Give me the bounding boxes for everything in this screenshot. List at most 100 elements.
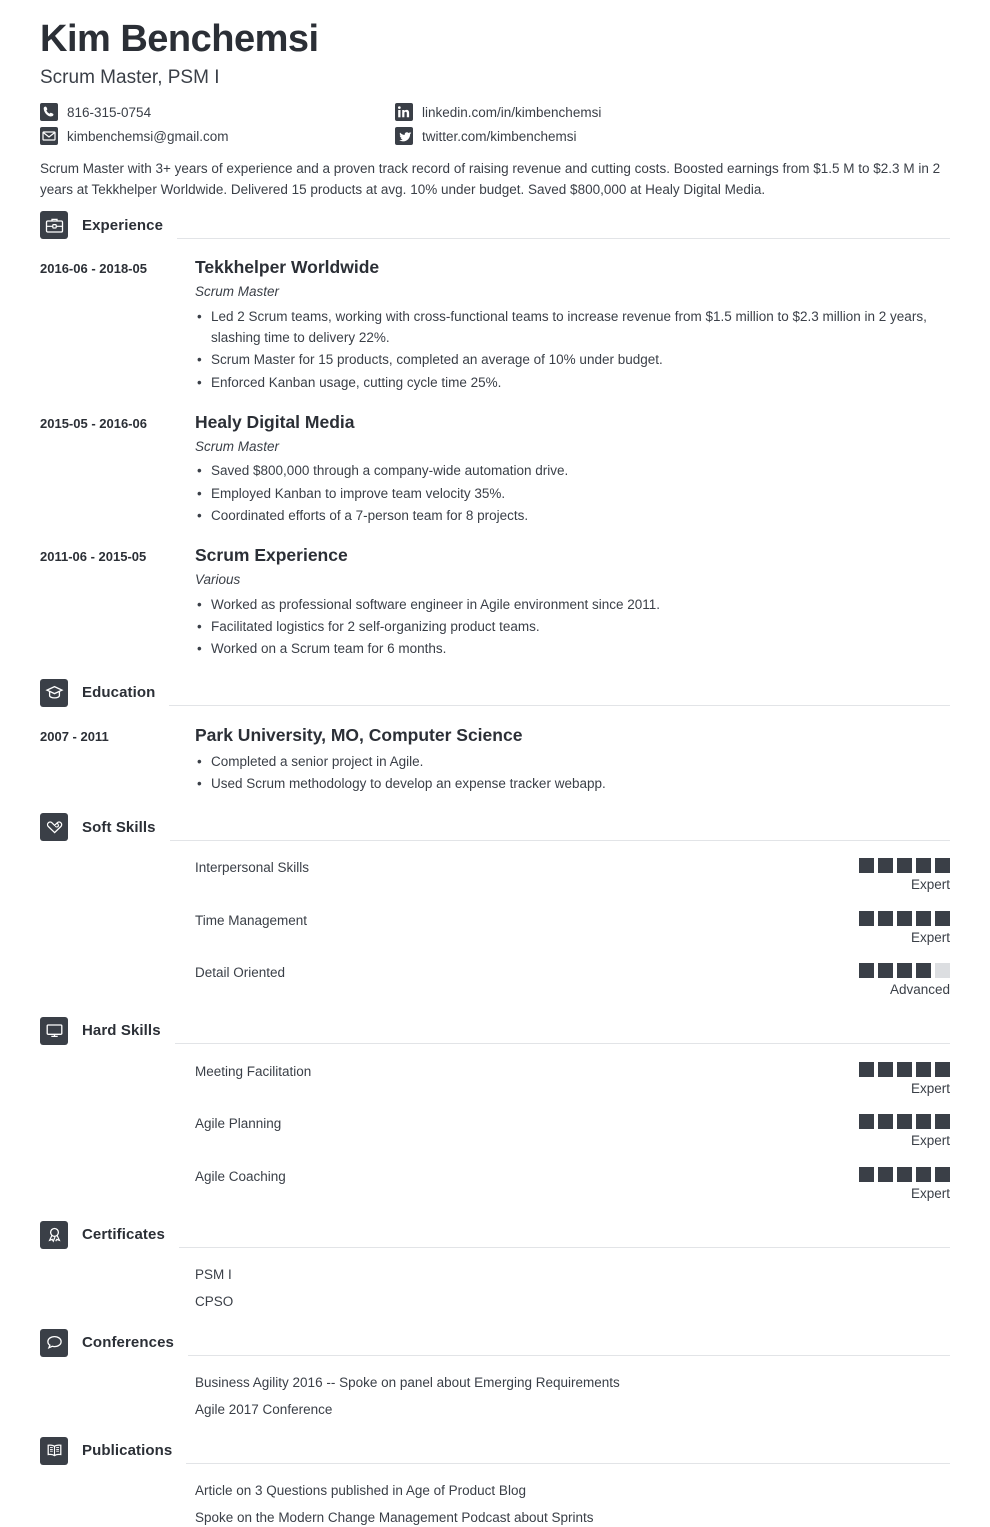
rating-square-filled <box>859 1167 874 1182</box>
entry-organization: Park University, MO, Computer Science <box>195 724 523 745</box>
rating-squares <box>750 858 950 874</box>
skill-rating: Expert <box>750 1061 950 1098</box>
skill-rating: Expert <box>750 858 950 894</box>
skill-label: Time Management <box>195 912 308 928</box>
rating-square-filled <box>935 1114 950 1130</box>
bullet-item: Employed Kanban to improve team velocity… <box>195 483 950 505</box>
entry-body: Park University, MO, Computer Science Co… <box>195 725 950 796</box>
experience-entry: 2015-05 - 2016-06 Healy Digital Media Sc… <box>40 412 950 527</box>
entry-organization: Healy Digital Media <box>195 411 355 432</box>
rating-square-filled <box>878 1167 893 1182</box>
skill-level: Expert <box>910 1133 950 1149</box>
contact-linkedin[interactable]: linkedin.com/in/kimbenchemsi <box>395 103 950 122</box>
bullet-item: Worked as professional software engineer… <box>195 594 950 616</box>
skill-level: Expert <box>910 929 950 945</box>
skill-label: Agile Coaching <box>195 1169 286 1184</box>
section-header-experience: Experience <box>40 211 950 240</box>
entry-date: 2007 - 2011 <box>40 728 109 744</box>
section-experience: Experience 2016-06 - 2018-05 Tekkhelper … <box>40 211 950 661</box>
list-item: PSM I <box>195 1266 232 1282</box>
job-title: Scrum Master, PSM I <box>40 66 220 88</box>
divider <box>174 1043 950 1045</box>
rating-square-filled <box>859 910 874 926</box>
entry-role: Scrum Master <box>195 438 280 454</box>
bullet-item: Scrum Master for 15 products, completed … <box>195 349 950 371</box>
skill-level: Expert <box>910 1080 950 1096</box>
rating-square-filled <box>897 858 912 874</box>
skill-row: Meeting Facilitation Expert <box>40 1061 950 1098</box>
section-title: Publications <box>82 1442 173 1460</box>
envelope-icon <box>40 127 58 146</box>
divider <box>187 1355 950 1357</box>
section-header-hard-skills: Hard Skills <box>40 1016 950 1045</box>
divider <box>169 705 950 707</box>
monitor-icon <box>40 1016 68 1045</box>
skill-rating: Expert <box>750 1114 950 1150</box>
graduation-cap-icon <box>40 678 68 707</box>
list-item: Business Agility 2016 -- Spoke on panel … <box>195 1374 620 1390</box>
skill-rating: Expert <box>750 910 950 947</box>
entry-role: Various <box>195 572 241 588</box>
bullet-item: Saved $800,000 through a company-wide au… <box>195 460 950 482</box>
speech-bubble-icon <box>40 1328 68 1357</box>
rating-square-filled <box>916 910 931 926</box>
contact-phone[interactable]: 816-315-0754 <box>40 103 395 122</box>
skill-rating: Advanced <box>750 963 950 999</box>
rating-square-filled <box>916 1167 931 1182</box>
rating-square-filled <box>878 1061 893 1077</box>
divider <box>177 237 950 239</box>
section-title: Hard Skills <box>82 1022 161 1040</box>
contact-twitter[interactable]: twitter.com/kimbenchemsi <box>395 127 950 146</box>
handshake-heart-icon <box>40 813 68 842</box>
award-ribbon-icon <box>40 1220 68 1249</box>
skill-level: Expert <box>910 877 950 893</box>
skill-row: Time Management Expert <box>40 910 950 947</box>
skill-level: Advanced <box>889 982 950 998</box>
open-book-icon <box>40 1436 68 1465</box>
section-education: Education 2007 - 2011 Park University, M… <box>40 678 950 796</box>
entry-role: Scrum Master <box>195 284 280 300</box>
rating-squares <box>750 1114 950 1130</box>
section-header-soft-skills: Soft Skills <box>40 813 950 842</box>
bullet-item: Used Scrum methodology to develop an exp… <box>195 773 950 795</box>
skill-row: Detail Oriented Advanced <box>40 963 950 999</box>
rating-square-filled <box>859 963 874 979</box>
skill-label: Meeting Facilitation <box>195 1063 312 1079</box>
section-publications: Publications Article on 3 Questions publ… <box>40 1436 950 1527</box>
rating-square-filled <box>916 963 931 979</box>
contact-email[interactable]: kimbenchemsi@gmail.com <box>40 127 395 146</box>
rating-square-filled <box>897 1061 912 1077</box>
education-entry: 2007 - 2011 Park University, MO, Compute… <box>40 725 950 796</box>
rating-square-filled <box>859 1114 874 1130</box>
list-item: Article on 3 Questions published in Age … <box>195 1482 526 1498</box>
bullet-item: Completed a senior project in Agile. <box>195 751 950 773</box>
rating-square-filled <box>878 858 893 874</box>
rating-square-filled <box>878 1114 893 1130</box>
contact-twitter-text: twitter.com/kimbenchemsi <box>422 128 577 144</box>
entry-date: 2011-06 - 2015-05 <box>40 549 147 565</box>
divider <box>186 1463 950 1465</box>
contact-linkedin-text: linkedin.com/in/kimbenchemsi <box>422 104 602 120</box>
section-header-publications: Publications <box>40 1436 950 1465</box>
entry-bullets: Worked as professional software engineer… <box>195 594 950 660</box>
skill-row: Agile Coaching Expert <box>40 1167 950 1203</box>
rating-square-filled <box>897 1167 912 1182</box>
section-title: Conferences <box>82 1334 174 1352</box>
section-header-education: Education <box>40 678 950 707</box>
bullet-item: Worked on a Scrum team for 6 months. <box>195 638 950 660</box>
bullet-item: Enforced Kanban usage, cutting cycle tim… <box>195 372 950 394</box>
rating-square-filled <box>935 1061 950 1077</box>
entry-bullets: Led 2 Scrum teams, working with cross-fu… <box>195 306 950 394</box>
resume-header: Kim Benchemsi Scrum Master, PSM I 816-31… <box>40 18 950 201</box>
briefcase-icon <box>40 211 68 240</box>
rating-square-filled <box>897 1114 912 1130</box>
bullet-item: Led 2 Scrum teams, working with cross-fu… <box>195 306 950 349</box>
skill-level: Expert <box>910 1186 950 1201</box>
rating-squares <box>750 1167 950 1182</box>
entry-date: 2015-05 - 2016-06 <box>40 415 147 431</box>
section-conferences: Conferences Business Agility 2016 -- Spo… <box>40 1328 950 1419</box>
twitter-icon <box>395 127 413 146</box>
